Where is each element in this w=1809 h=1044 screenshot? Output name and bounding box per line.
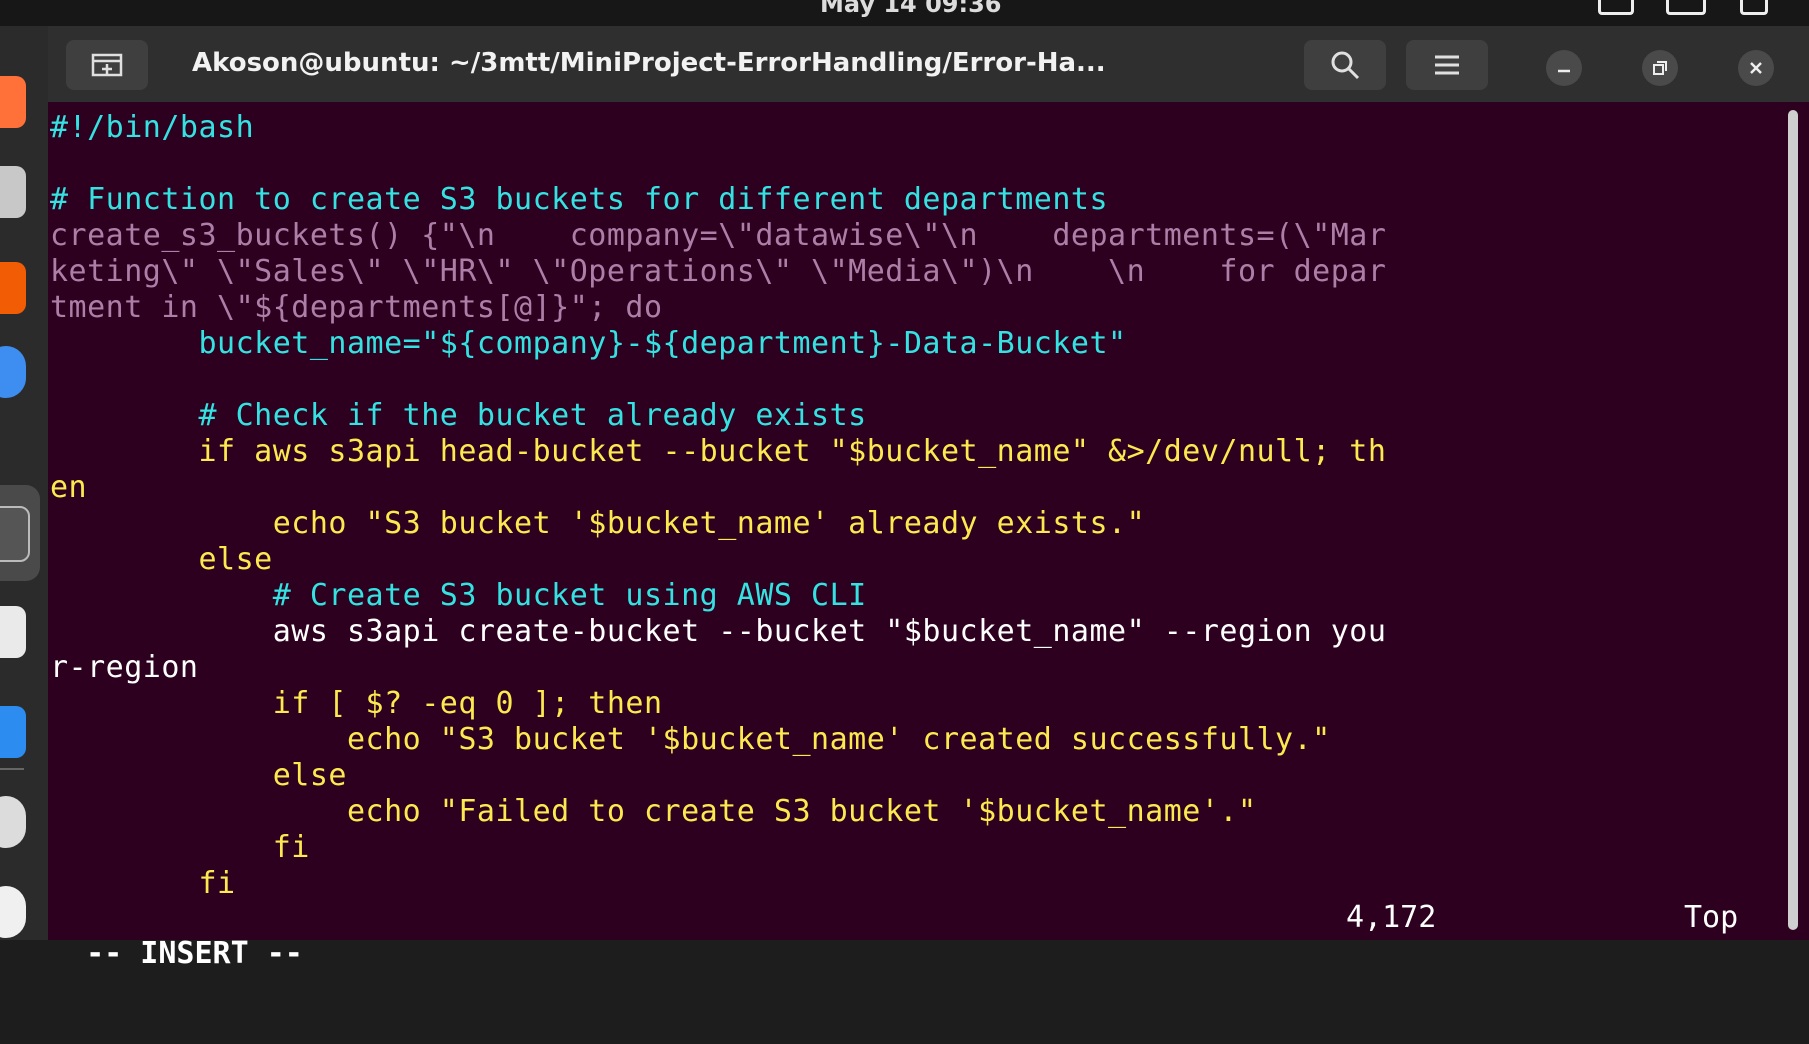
code-text: echo "S3 bucket '$bucket_name' already e… bbox=[50, 506, 1146, 541]
code-line: # Check if the bucket already exists bbox=[50, 398, 1780, 434]
code-comment: # Function to create S3 buckets for diff… bbox=[50, 182, 1109, 217]
code-text: en bbox=[50, 470, 88, 505]
code-line: if [ $? -eq 0 ]; then bbox=[50, 686, 1780, 722]
code-text: tment in \"${departments[@]}"; do bbox=[50, 290, 663, 325]
hamburger-menu-icon bbox=[1435, 55, 1459, 75]
code-line: en bbox=[50, 470, 1780, 506]
maximize-button[interactable] bbox=[1642, 50, 1678, 86]
code-line: bucket_name="${company}-${department}-Da… bbox=[50, 326, 1780, 362]
header-bar: Akoson@ubuntu: ~/3mtt/MiniProject-ErrorH… bbox=[48, 26, 1809, 102]
code-line: #!/bin/bash bbox=[50, 110, 1780, 146]
top-bar: May 14 09:36 bbox=[0, 0, 1809, 26]
code-text: fi bbox=[50, 830, 310, 865]
code-line: # Function to create S3 buckets for diff… bbox=[50, 182, 1780, 218]
code-comment: # Create S3 bucket using AWS CLI bbox=[50, 578, 867, 613]
code-text: echo "Failed to create S3 bucket '$bucke… bbox=[50, 794, 1257, 829]
code-line: tment in \"${departments[@]}"; do bbox=[50, 290, 1780, 326]
code-comment: # Check if the bucket already exists bbox=[50, 398, 867, 433]
code-line: echo "S3 bucket '$bucket_name' already e… bbox=[50, 506, 1780, 542]
code-line: create_s3_buckets() {"\n company=\"dataw… bbox=[50, 218, 1780, 254]
dock bbox=[0, 26, 48, 940]
code-line: echo "S3 bucket '$bucket_name' created s… bbox=[50, 722, 1780, 758]
vim-status-line: -- INSERT -- 4,172 Top bbox=[50, 900, 1780, 971]
code-line: if aws s3api head-bucket --bucket "$buck… bbox=[50, 434, 1780, 470]
code-line: fi bbox=[50, 830, 1780, 866]
code-text: aws s3api create-bucket --bucket "$bucke… bbox=[50, 614, 1387, 649]
scroll-indicator: Top bbox=[1684, 900, 1739, 935]
code-line: else bbox=[50, 542, 1780, 578]
code-line: aws s3api create-bucket --bucket "$bucke… bbox=[50, 614, 1780, 650]
code-text: bucket_name="${company}-${department}-Da… bbox=[50, 326, 1127, 361]
mode-indicator: -- INSERT -- bbox=[86, 936, 303, 971]
minimize-button[interactable] bbox=[1546, 50, 1582, 86]
code-text: else bbox=[50, 758, 347, 793]
close-icon bbox=[1750, 62, 1762, 74]
vim-editor[interactable]: #!/bin/bash # Function to create S3 buck… bbox=[50, 110, 1780, 902]
code-text: r-region bbox=[50, 650, 199, 685]
new-tab-button[interactable] bbox=[66, 40, 148, 90]
drive-icon[interactable] bbox=[0, 886, 26, 938]
code-line: keting\" \"Sales\" \"HR\" \"Operations\"… bbox=[50, 254, 1780, 290]
code-text: fi bbox=[50, 866, 236, 901]
window-title: Akoson@ubuntu: ~/3mtt/MiniProject-ErrorH… bbox=[192, 48, 1106, 78]
code-text: else bbox=[50, 542, 273, 577]
code-line: r-region bbox=[50, 650, 1780, 686]
disc-icon[interactable] bbox=[0, 796, 26, 848]
restore-icon bbox=[1653, 61, 1667, 75]
network-icon[interactable] bbox=[1598, 0, 1634, 15]
menu-button[interactable] bbox=[1406, 40, 1488, 90]
close-button[interactable] bbox=[1738, 50, 1774, 86]
code-text: if aws s3api head-bucket --bucket "$buck… bbox=[50, 434, 1387, 469]
scrollbar[interactable] bbox=[1788, 110, 1798, 930]
code-text: echo "S3 bucket '$bucket_name' created s… bbox=[50, 722, 1331, 757]
shebang: #!/bin/bash bbox=[50, 110, 255, 145]
firefox-icon[interactable] bbox=[0, 76, 26, 128]
minimize-icon bbox=[1558, 69, 1570, 73]
code-text: create_s3_buckets() {"\n company=\"dataw… bbox=[50, 218, 1387, 253]
code-line: else bbox=[50, 758, 1780, 794]
search-icon bbox=[1331, 51, 1360, 80]
text-editor-icon[interactable] bbox=[0, 606, 26, 658]
terminal-icon[interactable] bbox=[0, 506, 30, 562]
code-text: if [ $? -eq 0 ]; then bbox=[50, 686, 663, 721]
code-line: # Create S3 bucket using AWS CLI bbox=[50, 578, 1780, 614]
files-icon[interactable] bbox=[0, 166, 26, 218]
volume-icon[interactable] bbox=[1666, 0, 1706, 15]
help-icon[interactable] bbox=[0, 706, 26, 758]
code-line: fi bbox=[50, 866, 1780, 902]
clock[interactable]: May 14 09:36 bbox=[820, 0, 1002, 18]
search-button[interactable] bbox=[1304, 40, 1386, 90]
cursor-position: 4,172 bbox=[1346, 900, 1437, 935]
software-icon[interactable] bbox=[0, 262, 26, 314]
browser-icon[interactable] bbox=[0, 346, 26, 398]
code-line: echo "Failed to create S3 bucket '$bucke… bbox=[50, 794, 1780, 830]
dock-separator bbox=[0, 768, 24, 770]
battery-icon[interactable] bbox=[1740, 0, 1768, 15]
new-tab-icon bbox=[91, 53, 123, 77]
code-text: keting\" \"Sales\" \"HR\" \"Operations\"… bbox=[50, 254, 1387, 289]
